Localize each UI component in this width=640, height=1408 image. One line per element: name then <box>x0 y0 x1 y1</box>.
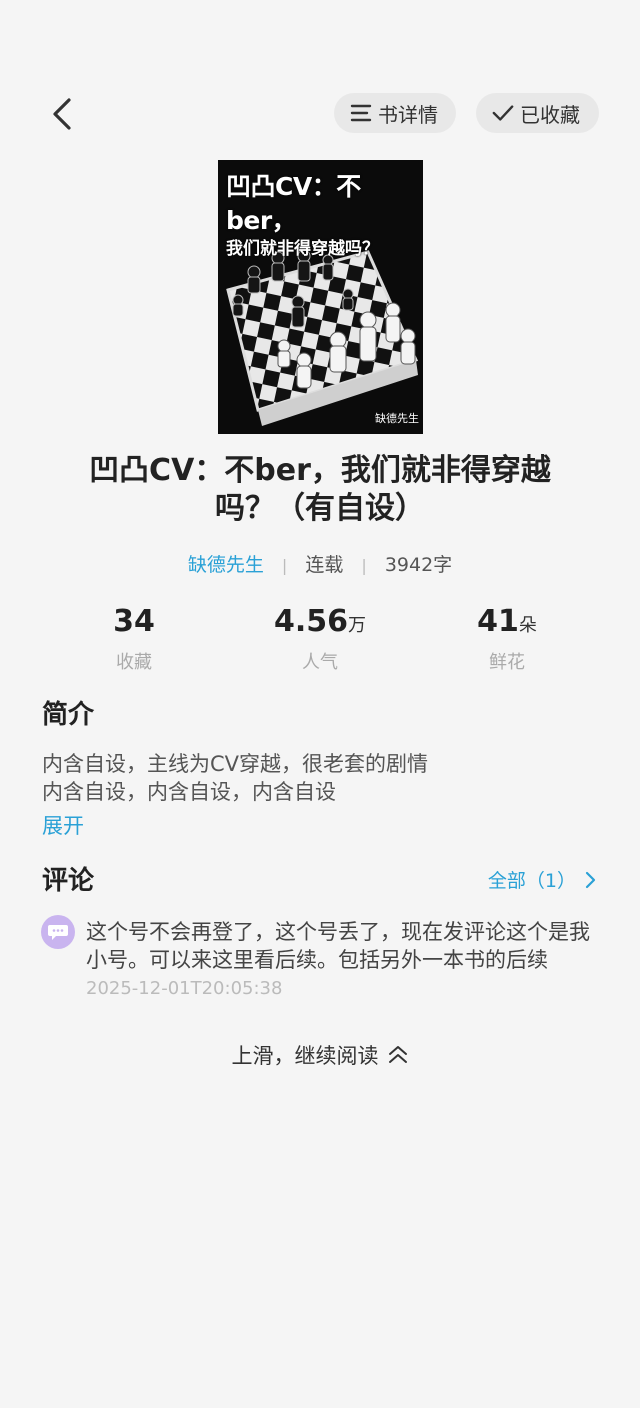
expand-button[interactable]: 展开 <box>42 810 84 840</box>
cover-title: 凹凸CV：不ber， 我们就非得穿越吗？ <box>226 170 417 260</box>
favorited-label: 已收藏 <box>520 102 580 127</box>
check-icon <box>492 102 514 124</box>
chat-bubble-icon <box>48 925 68 940</box>
avatar[interactable] <box>41 915 75 949</box>
meta-divider: | <box>361 556 367 575</box>
stat-flowers-unit: 朵 <box>518 615 537 636</box>
stat-favorites: 34 收藏 <box>64 604 204 674</box>
cover-author-mark: 缺德先生 <box>375 412 419 425</box>
book-cover[interactable]: 凹凸CV：不ber， 我们就非得穿越吗？ 缺德先生 <box>218 160 423 434</box>
stat-popularity-value: 4.56 <box>273 604 349 639</box>
chevron-left-icon <box>53 98 71 130</box>
intro-heading: 简介 <box>42 700 95 730</box>
cover-title-line1: 凹凸CV：不ber， <box>226 172 361 235</box>
comments-heading: 评论 <box>42 866 95 896</box>
stat-popularity-label: 人气 <box>302 652 338 673</box>
stat-favorites-value: 34 <box>113 604 155 639</box>
stat-popularity-unit: 万 <box>348 615 367 636</box>
book-detail-label: 书详情 <box>378 102 438 127</box>
stat-flowers-value: 41 <box>477 604 519 639</box>
comment-text[interactable]: 这个号不会再登了，这个号丢了，现在发评论这个是我小号。可以来这里看后续。包括另外… <box>86 918 596 974</box>
stat-favorites-label: 收藏 <box>116 652 152 673</box>
intro-line: 内含自设，内含自设，内含自设 <box>42 780 336 804</box>
stat-flowers-label: 鲜花 <box>489 652 525 673</box>
word-count: 3942字 <box>384 554 453 576</box>
favorited-button[interactable]: 已收藏 <box>476 93 599 133</box>
meta-divider: | <box>281 556 288 575</box>
cover-title-line2: 我们就非得穿越吗？ <box>226 239 379 259</box>
book-title: 凹凸CV：不ber，我们就非得穿越吗？（有自设） <box>89 453 551 526</box>
double-chevron-up-icon <box>388 1046 407 1063</box>
all-comments-link[interactable]: 全部（1） <box>488 866 596 893</box>
author-link[interactable]: 缺德先生 <box>188 554 264 576</box>
book-meta: 缺德先生 | 连载 | 3942字 <box>0 550 640 577</box>
intro-line: 内含自设，主线为CV穿越，很老套的剧情 <box>42 752 429 776</box>
book-detail-button[interactable]: 书详情 <box>334 93 456 133</box>
all-comments-label: 全部（1） <box>487 870 576 892</box>
stat-flowers: 41朵 鲜花 <box>437 604 577 674</box>
continue-reading-label: 上滑，继续阅读 <box>231 1044 379 1068</box>
stat-popularity: 4.56万 人气 <box>250 604 390 674</box>
continue-reading-prompt[interactable]: 上滑，继续阅读 <box>0 1040 640 1070</box>
comment-timestamp: 2025-12-01T20:05:38 <box>86 978 283 999</box>
book-detail-page: 书详情 已收藏 凹凸CV：不ber， 我们就非得穿越吗？ 缺德先生 凹凸CV：不… <box>0 0 640 1408</box>
chevron-right-icon <box>585 871 596 888</box>
back-button[interactable] <box>36 88 88 140</box>
intro-text: 内含自设，主线为CV穿越，很老套的剧情 内含自设，内含自设，内含自设 <box>42 750 602 806</box>
list-icon <box>350 102 372 124</box>
serial-status: 连载 <box>305 554 344 576</box>
